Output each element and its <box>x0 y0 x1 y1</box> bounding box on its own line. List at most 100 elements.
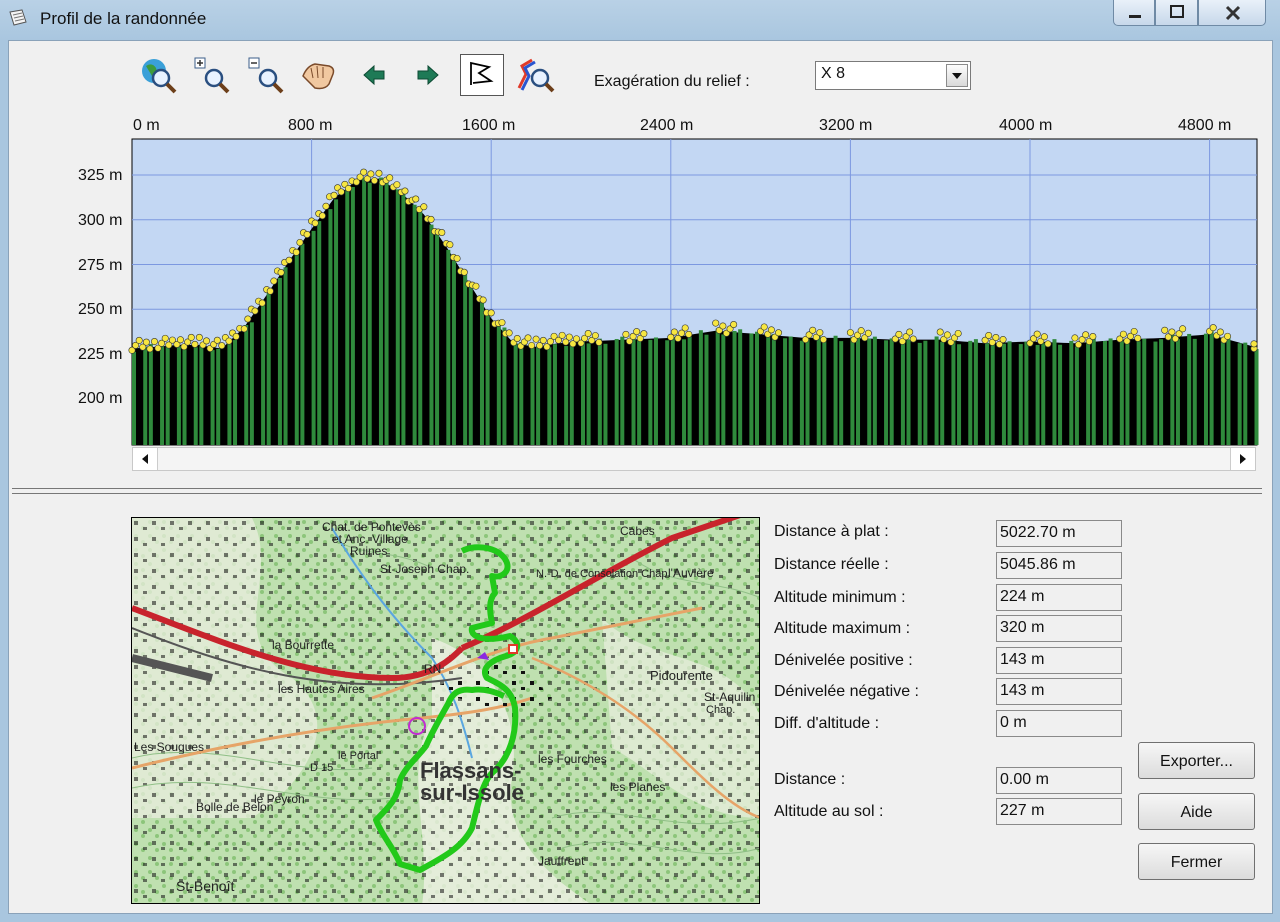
profile-bar <box>160 346 165 445</box>
profile-bar <box>1142 338 1147 445</box>
profile-bar <box>917 342 922 445</box>
profile-bar <box>872 336 877 445</box>
profile-bar <box>687 336 692 445</box>
profile-point <box>1216 328 1224 336</box>
profile-bar <box>805 338 810 445</box>
scroll-right-icon[interactable] <box>1230 448 1255 470</box>
profile-bar <box>384 178 389 446</box>
export-button[interactable]: Exporter... <box>1138 742 1255 779</box>
profile-point <box>195 333 203 341</box>
profile-horizontal-scrollbar[interactable] <box>132 447 1256 471</box>
map-label: les Fourches <box>538 752 607 766</box>
profile-bar <box>1209 331 1214 445</box>
map-label: l'Auvière <box>668 566 714 580</box>
map-label: Chap. <box>706 704 736 716</box>
profile-bar <box>850 336 855 445</box>
profile-point <box>258 299 266 307</box>
profile-bar <box>816 334 821 445</box>
profile-bar <box>1024 341 1029 445</box>
profile-point <box>453 254 461 262</box>
profile-bar <box>401 190 406 445</box>
map-label: St-Joseph Chap. <box>380 562 470 576</box>
profile-point <box>311 219 319 227</box>
profile-bar <box>435 230 440 445</box>
profile-bar <box>788 336 793 445</box>
profile-bar <box>1125 338 1130 445</box>
profile-bar <box>631 339 636 445</box>
profile-point <box>438 229 446 237</box>
profile-bar <box>648 339 653 445</box>
help-button[interactable]: Aide <box>1138 793 1255 830</box>
stat-label-cursor-distance: Distance : <box>774 771 846 788</box>
profile-point <box>270 277 278 285</box>
profile-point <box>906 328 914 336</box>
profile-bar <box>395 189 400 445</box>
profile-bar <box>328 209 333 445</box>
profile-point <box>846 329 854 337</box>
profile-bar <box>906 339 911 445</box>
profile-point <box>412 195 420 203</box>
profile-bar <box>940 341 945 445</box>
profile-bar <box>210 350 215 445</box>
profile-bar <box>569 343 574 445</box>
profile-bar <box>552 344 557 445</box>
close-button[interactable]: Fermer <box>1138 843 1255 880</box>
profile-point <box>864 329 872 337</box>
profile-bar <box>199 345 204 445</box>
profile-point <box>498 319 506 327</box>
profile-bar <box>1069 340 1074 445</box>
stat-value-elevation-gain: 143 m <box>996 647 1122 674</box>
profile-point <box>681 324 689 332</box>
profile-bar <box>1175 339 1180 445</box>
profile-bar <box>1187 333 1192 445</box>
profile-point <box>420 203 428 211</box>
profile-point <box>367 170 375 178</box>
profile-bar <box>614 339 619 445</box>
map-label: Pidourente <box>650 668 713 683</box>
profile-bar <box>143 346 148 445</box>
profile-bar <box>1001 343 1006 445</box>
profile-bar <box>1203 333 1208 445</box>
profile-bar <box>856 334 861 445</box>
map-label: les Planes <box>610 780 666 794</box>
scroll-left-icon[interactable] <box>133 448 158 470</box>
profile-bar <box>311 230 316 445</box>
profile-bar <box>446 249 451 445</box>
map-label: N.-D. de Consolation Chap. <box>536 568 671 580</box>
stat-label-distance-real: Distance réelle : <box>774 556 889 573</box>
stat-value-cursor-distance: 0.00 m <box>996 767 1122 794</box>
profile-point <box>375 169 383 177</box>
route-map[interactable]: Chat. de Pontevès et Anc. Village Ruines St… <box>131 517 760 904</box>
profile-point <box>1033 330 1041 338</box>
profile-bar <box>1018 344 1023 445</box>
profile-point <box>1179 325 1187 333</box>
profile-bar <box>783 338 788 445</box>
profile-bar <box>839 341 844 445</box>
profile-point <box>819 336 827 344</box>
profile-bar <box>1041 342 1046 445</box>
stat-label-ground-altitude: Altitude au sol : <box>774 803 884 820</box>
profile-point <box>446 241 454 249</box>
stat-label-elevation-loss: Dénivelée négative : <box>774 683 919 700</box>
profile-bar <box>277 277 282 445</box>
profile-bar <box>900 341 905 445</box>
profile-bar <box>721 334 726 445</box>
profile-bar <box>193 347 198 445</box>
profile-point <box>760 323 768 331</box>
profile-bar <box>732 330 737 445</box>
profile-bar <box>233 340 238 445</box>
profile-point <box>558 331 566 339</box>
panel-splitter[interactable] <box>12 488 1262 494</box>
profile-bar <box>496 323 501 445</box>
profile-point <box>1161 326 1169 334</box>
profile-bar <box>766 335 771 445</box>
profile-point <box>479 296 487 304</box>
profile-point <box>232 333 240 341</box>
profile-point <box>1134 334 1142 342</box>
profile-point <box>487 309 495 317</box>
profile-point <box>524 334 532 342</box>
profile-point <box>1224 332 1232 340</box>
map-label: le Portal <box>338 750 379 762</box>
profile-bar <box>530 347 535 445</box>
profile-point <box>344 184 352 192</box>
